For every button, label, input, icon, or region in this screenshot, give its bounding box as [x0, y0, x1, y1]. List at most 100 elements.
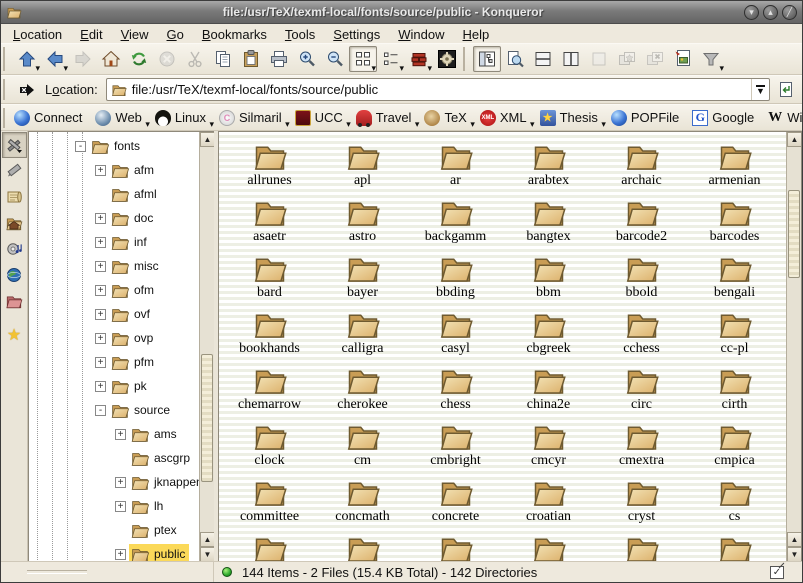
folder-bayer[interactable]: bayer [316, 248, 409, 304]
location-dropdown-icon[interactable]: ▼ [751, 79, 769, 100]
scroll-up-button[interactable]: ▲ [200, 532, 214, 547]
tree-item-ovf[interactable]: + ovf [29, 302, 199, 326]
folder-cm[interactable]: cm [316, 416, 409, 472]
sidebar-network-button[interactable] [2, 262, 27, 288]
folder-ar[interactable]: ar [409, 136, 502, 192]
location-input[interactable]: file:/usr/TeX/texmf-local/fonts/source/p… [106, 78, 770, 101]
expander-icon[interactable]: + [95, 381, 106, 392]
toolbar-preview-button[interactable] [669, 46, 697, 72]
bookmark-wikipedia[interactable]: W Wikipedia [763, 108, 803, 128]
folder-arabtex[interactable]: arabtex [502, 136, 595, 192]
go-button[interactable] [774, 78, 798, 102]
tree-item-ofm[interactable]: + ofm [29, 278, 199, 302]
minimize-button[interactable]: ▾ [744, 5, 759, 20]
scroll-down-button[interactable]: ▼ [200, 547, 214, 562]
titlebar[interactable]: file:/usr/TeX/texmf-local/fonts/source/p… [1, 1, 802, 24]
menu-bookmarks[interactable]: Bookmarks [202, 27, 267, 42]
folder-croatian[interactable]: croatian [502, 472, 595, 528]
expander-icon[interactable]: + [115, 549, 126, 560]
folder-committee[interactable]: committee [223, 472, 316, 528]
folder-cherokee[interactable]: cherokee [316, 360, 409, 416]
scroll-up-button[interactable]: ▲ [787, 132, 802, 147]
tree-item-afm[interactable]: + afm [29, 158, 199, 182]
tree-item-fonts[interactable]: - fonts [29, 134, 199, 158]
toolbar-grip[interactable] [463, 47, 470, 71]
tree-item-misc[interactable]: + misc [29, 254, 199, 278]
sidebar-pencil-button[interactable] [2, 158, 27, 184]
sidebar-configure-button[interactable] [2, 132, 27, 158]
toolbar-konqueror-gear-button[interactable] [433, 46, 461, 72]
folder-armenian[interactable]: armenian [688, 136, 781, 192]
folder-cmcyr[interactable]: cmcyr [502, 416, 595, 472]
scrollbar-thumb[interactable] [201, 354, 213, 482]
folder-cmpica[interactable]: cmpica [688, 416, 781, 472]
menu-view[interactable]: View [121, 27, 149, 42]
folder-concrete[interactable]: concrete [409, 472, 502, 528]
toolbar-multicolumn-view-button[interactable] [405, 46, 433, 72]
toolbar-cut-button[interactable] [181, 46, 209, 72]
folder-cbgreek[interactable]: cbgreek [502, 304, 595, 360]
folder-allrunes[interactable]: allrunes [223, 136, 316, 192]
expander-icon[interactable]: + [95, 237, 106, 248]
folder-archaic[interactable]: archaic [595, 136, 688, 192]
toolbar-new-tab-button[interactable] [613, 46, 641, 72]
folder-china2e[interactable]: china2e [502, 360, 595, 416]
tree-item-ptex[interactable]: ptex [29, 518, 199, 542]
folder-bengali[interactable]: bengali [688, 248, 781, 304]
statusbar-grip[interactable] [27, 570, 87, 574]
toolbar-close-tab-button[interactable] [641, 46, 669, 72]
expander-icon[interactable]: + [115, 429, 126, 440]
folder-chess[interactable]: chess [409, 360, 502, 416]
expander-icon[interactable]: - [75, 141, 86, 152]
bookmark-travel[interactable]: Travel ▾ [352, 108, 419, 128]
folder-casyl[interactable]: casyl [409, 304, 502, 360]
sidebar-history-button[interactable] [2, 184, 27, 210]
close-button[interactable]: ╱ [782, 5, 797, 20]
tree-item-afml[interactable]: afml [29, 182, 199, 206]
tree-item-ascgrp[interactable]: ascgrp [29, 446, 199, 470]
folder-partial[interactable] [316, 528, 409, 563]
location-toolbar-grip[interactable] [3, 79, 10, 101]
menu-settings[interactable]: Settings [333, 27, 380, 42]
expander-icon[interactable]: + [95, 333, 106, 344]
expander-icon[interactable]: + [95, 309, 106, 320]
tree-item-ovp[interactable]: + ovp [29, 326, 199, 350]
folder-concmath[interactable]: concmath [316, 472, 409, 528]
tree-item-ams[interactable]: + ams [29, 422, 199, 446]
bookmark-popfile[interactable]: POPFile [607, 108, 686, 128]
bookmark-xml[interactable]: XML XML ▾ [476, 108, 534, 128]
menu-help[interactable]: Help [463, 27, 490, 42]
scrollbar-thumb[interactable] [788, 190, 800, 278]
menu-edit[interactable]: Edit [80, 27, 102, 42]
menu-go[interactable]: Go [167, 27, 184, 42]
folder-bard[interactable]: bard [223, 248, 316, 304]
toolbar-reload-button[interactable] [125, 46, 153, 72]
toolbar-up-button[interactable] [13, 46, 41, 72]
folder-cs[interactable]: cs [688, 472, 781, 528]
tree-item-jknappen[interactable]: + jknappen [29, 470, 199, 494]
folder-chemarrow[interactable]: chemarrow [223, 360, 316, 416]
folder-backgamm[interactable]: backgamm [409, 192, 502, 248]
toolbar-split-horizontal-button[interactable] [529, 46, 557, 72]
toolbar-home-button[interactable] [97, 46, 125, 72]
form-status-icon[interactable]: ✓ [770, 566, 784, 579]
folder-bbm[interactable]: bbm [502, 248, 595, 304]
bookmark-ucc[interactable]: UCC ▾ [291, 108, 350, 128]
tree-item-public[interactable]: + public [29, 542, 199, 563]
folder-cirth[interactable]: cirth [688, 360, 781, 416]
toolbar-list-view-button[interactable] [377, 46, 405, 72]
folder-calligra[interactable]: calligra [316, 304, 409, 360]
expander-icon[interactable]: + [95, 285, 106, 296]
folder-partial[interactable] [223, 528, 316, 563]
expander-icon[interactable]: + [95, 261, 106, 272]
folder-clock[interactable]: clock [223, 416, 316, 472]
tree-item-pfm[interactable]: + pfm [29, 350, 199, 374]
sidebar-bookmarks-button[interactable]: ★ [2, 322, 27, 348]
folder-bangtex[interactable]: bangtex [502, 192, 595, 248]
folder-circ[interactable]: circ [595, 360, 688, 416]
toolbar-stop-button[interactable] [153, 46, 181, 72]
toolbar-split-vertical-button[interactable] [557, 46, 585, 72]
toolbar-filter-button[interactable] [697, 46, 725, 72]
expander-icon[interactable]: + [95, 165, 106, 176]
toolbar-remove-view-button[interactable] [585, 46, 613, 72]
